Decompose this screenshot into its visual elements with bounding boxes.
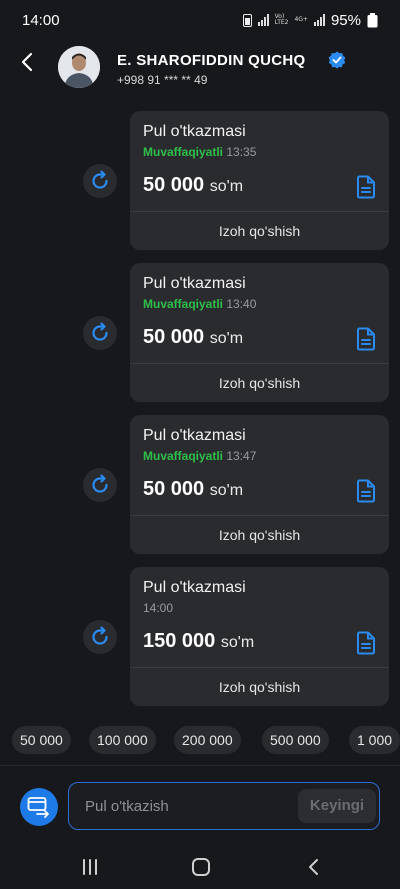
transfer-amount-input[interactable] bbox=[85, 795, 285, 817]
message-time: 13:40 bbox=[226, 297, 257, 311]
message-amount: 50 000 so'm bbox=[143, 174, 243, 197]
home-icon[interactable] bbox=[189, 855, 213, 879]
system-nav-bar bbox=[0, 845, 400, 889]
transfer-message[interactable]: Pul o'tkazmasi Muvaffaqiyatli 13:40 50 0… bbox=[130, 263, 389, 402]
message-amount: 150 000 so'm bbox=[143, 630, 254, 653]
amount-value: 50 000 bbox=[143, 174, 205, 196]
message-status: Muvaffaqiyatli 13:47 bbox=[143, 449, 256, 463]
add-comment-button[interactable]: Izoh qo'shish bbox=[130, 516, 389, 554]
document-icon[interactable] bbox=[356, 479, 376, 503]
quick-amount-chip[interactable]: 1 000 bbox=[349, 726, 400, 754]
transfer-input-wrap: Keyingi bbox=[68, 782, 380, 830]
status-success: Muvaffaqiyatli bbox=[143, 449, 224, 463]
message-time: 14:00 bbox=[143, 601, 174, 615]
signal-icon-2 bbox=[313, 14, 325, 26]
document-icon[interactable] bbox=[356, 631, 376, 655]
card-transfer-button[interactable] bbox=[20, 788, 58, 826]
document-icon[interactable] bbox=[356, 327, 376, 351]
signal-icon bbox=[257, 14, 269, 26]
battery-saver-icon bbox=[242, 13, 252, 27]
contact-phone: +998 91 *** ** 49 bbox=[117, 73, 208, 87]
amount-value: 150 000 bbox=[143, 630, 216, 652]
network-label-1: Vo) LTE2 bbox=[274, 13, 289, 26]
quick-amount-chip[interactable]: 500 000 bbox=[262, 726, 329, 754]
add-comment-button[interactable]: Izoh qo'shish bbox=[130, 212, 389, 250]
message-status: 14:00 bbox=[143, 601, 173, 615]
message-time: 13:35 bbox=[226, 145, 257, 159]
amount-currency: so'm bbox=[209, 178, 244, 195]
avatar[interactable] bbox=[58, 46, 100, 88]
status-icons: Vo) LTE2 4G+ 95% bbox=[242, 11, 378, 29]
amount-currency: so'm bbox=[209, 330, 244, 347]
network-label-2: 4G+ bbox=[294, 16, 308, 23]
amount-value: 50 000 bbox=[143, 326, 205, 348]
transfer-message[interactable]: Pul o'tkazmasi Muvaffaqiyatli 13:47 50 0… bbox=[130, 415, 389, 554]
repeat-icon[interactable] bbox=[83, 468, 117, 502]
composer-bar: Keyingi bbox=[0, 765, 400, 845]
message-status: Muvaffaqiyatli 13:35 bbox=[143, 145, 256, 159]
repeat-icon[interactable] bbox=[83, 164, 117, 198]
status-success: Muvaffaqiyatli bbox=[143, 297, 224, 311]
document-icon[interactable] bbox=[356, 175, 376, 199]
chat-header: E. SHAROFIDDIN QUCHQ +998 91 *** ** 49 bbox=[0, 40, 400, 88]
message-time: 13:47 bbox=[226, 449, 257, 463]
message-title: Pul o'tkazmasi bbox=[143, 123, 246, 140]
battery-icon bbox=[367, 12, 378, 28]
status-success: Muvaffaqiyatli bbox=[143, 145, 224, 159]
amount-currency: so'm bbox=[220, 634, 255, 651]
add-comment-button[interactable]: Izoh qo'shish bbox=[130, 364, 389, 402]
quick-amount-chip[interactable]: 50 000 bbox=[12, 726, 71, 754]
repeat-icon[interactable] bbox=[83, 620, 117, 654]
add-comment-button[interactable]: Izoh qo'shish bbox=[130, 668, 389, 706]
message-status: Muvaffaqiyatli 13:40 bbox=[143, 297, 256, 311]
message-amount: 50 000 so'm bbox=[143, 326, 243, 349]
quick-amount-chip[interactable]: 100 000 bbox=[89, 726, 156, 754]
transfer-message[interactable]: Pul o'tkazmasi 14:00 150 000 so'm Izoh q… bbox=[130, 567, 389, 706]
status-bar: 14:00 Vo) LTE2 4G+ 95% bbox=[0, 0, 400, 40]
transfer-message[interactable]: Pul o'tkazmasi Muvaffaqiyatli 13:35 50 0… bbox=[130, 111, 389, 250]
quick-amount-chip[interactable]: 200 000 bbox=[174, 726, 241, 754]
card-transfer-icon bbox=[27, 797, 49, 818]
message-title: Pul o'tkazmasi bbox=[143, 579, 246, 596]
battery-level: 95% bbox=[330, 11, 361, 29]
message-title: Pul o'tkazmasi bbox=[143, 275, 246, 292]
status-time: 14:00 bbox=[22, 11, 60, 29]
amount-currency: so'm bbox=[209, 482, 244, 499]
back-icon[interactable] bbox=[302, 855, 326, 879]
message-title: Pul o'tkazmasi bbox=[143, 427, 246, 444]
amount-value: 50 000 bbox=[143, 478, 205, 500]
recent-apps-icon[interactable] bbox=[78, 855, 102, 879]
quick-amounts: 50 000 100 000 200 000 500 000 1 000 bbox=[0, 726, 400, 756]
repeat-icon[interactable] bbox=[83, 316, 117, 350]
verified-badge-icon bbox=[328, 51, 346, 69]
message-amount: 50 000 so'm bbox=[143, 478, 243, 501]
chevron-left-icon[interactable] bbox=[16, 50, 40, 74]
contact-name: E. SHAROFIDDIN QUCHQ bbox=[117, 52, 306, 69]
next-button[interactable]: Keyingi bbox=[298, 789, 376, 823]
